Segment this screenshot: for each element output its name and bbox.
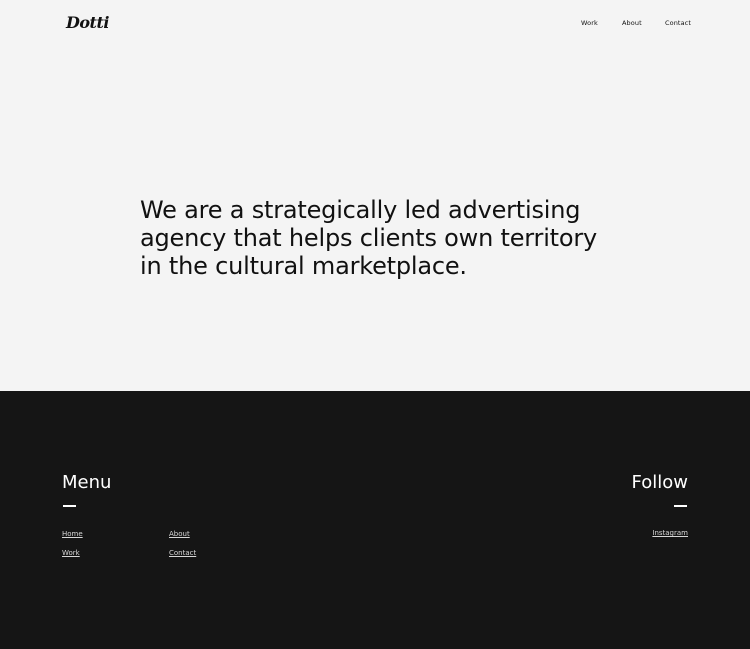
hero-statement: We are a strategically led advertising a… xyxy=(140,196,598,280)
footer-about-link[interactable]: About xyxy=(169,530,190,538)
site-footer: Menu Home Work About Contact Follow Inst… xyxy=(0,391,750,649)
nav-about-link[interactable]: About xyxy=(622,19,642,27)
footer-work-link[interactable]: Work xyxy=(62,549,80,557)
nav-work-link[interactable]: Work xyxy=(581,19,598,27)
page: Dotti Work About Contact We are a strate… xyxy=(0,0,750,649)
menu-dash-divider xyxy=(63,505,76,507)
footer-contact-link[interactable]: Contact xyxy=(169,549,196,557)
nav-contact-link[interactable]: Contact xyxy=(665,19,691,27)
follow-heading: Follow xyxy=(631,472,688,493)
dotti-logo[interactable]: Dotti xyxy=(66,14,109,32)
instagram-link[interactable]: Instagram xyxy=(652,529,688,537)
footer-home-link[interactable]: Home xyxy=(62,530,83,538)
menu-heading: Menu xyxy=(62,472,112,493)
site-header: Dotti Work About Contact xyxy=(0,0,750,48)
follow-dash-divider xyxy=(674,505,687,507)
